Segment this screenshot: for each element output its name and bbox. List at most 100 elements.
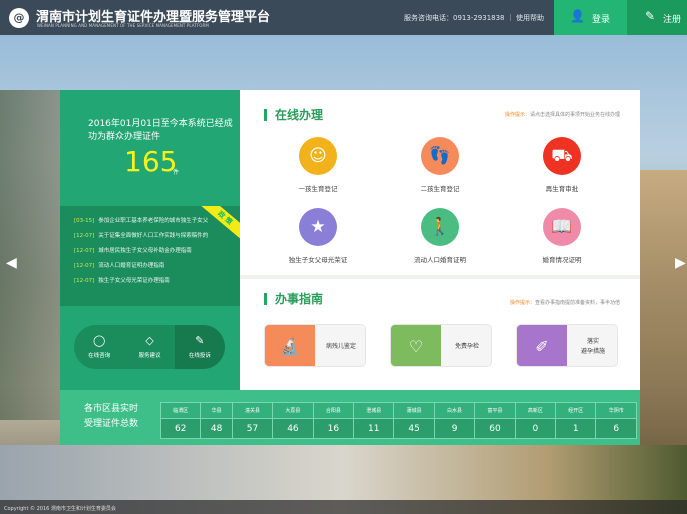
district-count: 0: [514, 418, 557, 439]
pen-icon: ✎: [645, 9, 656, 23]
online-consult-button[interactable]: ◯ 在线咨询: [74, 325, 124, 369]
guide-label: 病残儿鉴定: [325, 342, 356, 350]
microscope-icon: 🔬: [265, 325, 315, 366]
district-count: 9: [433, 418, 476, 439]
district-name: 白水县: [433, 402, 476, 419]
service-second-child-registration[interactable]: 👣 二孩生育登记: [385, 137, 495, 193]
service-suggestion-button[interactable]: ◇ 服务建议: [124, 325, 174, 369]
site-subtitle: WEINAN PLANNING AND MANAGEMENT OF THE SE…: [37, 23, 209, 28]
chat-bubble-icon: ◯: [93, 334, 106, 347]
tip-label: 操作提示：: [509, 300, 535, 306]
district-count: 1: [555, 418, 597, 439]
online-complaint-button[interactable]: ✎ 在线投诉: [174, 325, 225, 369]
service-marriage-status-certificate[interactable]: 📖 婚育情况证明: [507, 208, 617, 264]
tag-icon: ◇: [145, 334, 154, 347]
online-section-title: 在线办理: [264, 109, 323, 121]
service-label: 一孩生育登记: [298, 185, 338, 193]
district-title-line: 各市区县实时: [84, 404, 139, 414]
guide-contraception-measures[interactable]: ✐ 落实 避孕措施: [516, 324, 618, 367]
district-stats: 各市区县实时 受理证件总数 临渭区 华县 潼关县 大荔县 合阳县 澄城县 蒲城县 白水县 富平县高…: [60, 390, 640, 445]
policy-title: 参加企业职工基本养老保险的城市独生子女父: [98, 218, 209, 224]
district-name: 合阳县: [312, 402, 355, 419]
district-count: 45: [393, 418, 435, 439]
district-count: 16: [312, 418, 355, 439]
district-count: 6: [595, 418, 637, 439]
district-values-row: 62 48 57 46 16 11 45 9 60 0 1 6: [159, 418, 637, 439]
tool-label: 在线投诉: [188, 353, 211, 359]
service-label: 流动人口婚育证明: [414, 256, 466, 264]
service-first-child-registration[interactable]: ☺ 一孩生育登记: [263, 137, 373, 193]
district-name: 经开区: [555, 402, 597, 419]
policy-title: 关于证集全面做好人口工作实践与探索稿件的: [98, 233, 209, 239]
main-panel: 在线办理 操作提示：请点击选择具体的事项开始业务在线办理 ☺ 一孩生育登记 👣 二孩…: [240, 90, 640, 390]
stats-unit: 件: [173, 169, 180, 176]
tool-label: 在线咨询: [88, 353, 111, 359]
service-label: 婚育情况证明: [542, 256, 582, 264]
policy-title: 城市居民独生子女父母补助金办理指南: [98, 248, 192, 254]
footer: Copyright © 2016 渭南市卫生和计划生育委员会: [0, 500, 687, 514]
policy-title: 流动人口婚育证明办理指南: [98, 263, 165, 269]
policy-date: [12-07]: [74, 248, 95, 254]
quick-tools: ◯ 在线咨询 ◇ 服务建议 ✎ 在线投诉: [74, 325, 225, 369]
register-button[interactable]: ✎ 注册: [627, 0, 687, 35]
guide-disabled-child-assessment[interactable]: 🔬 病残儿鉴定: [264, 324, 366, 367]
district-name: 华阴市: [595, 402, 637, 419]
district-count: 48: [200, 418, 233, 439]
next-arrow-icon[interactable]: ▶: [675, 255, 686, 271]
district-count: 62: [159, 418, 202, 439]
policy-date: [12-07]: [74, 233, 95, 239]
policy-date: [03-15]: [74, 218, 95, 224]
service-label: 二孩生育登记: [420, 185, 460, 193]
guide-label: 落实 避孕措施: [569, 325, 617, 366]
district-name: 高新区: [514, 402, 557, 419]
district-name: 蒲城县: [393, 402, 435, 419]
service-reproduction-approval[interactable]: ⛟ 再生育审批: [507, 137, 617, 193]
district-count: 46: [272, 418, 314, 439]
policy-list: 政 策 [03-15] 参加企业职工基本养老保险的城市独生子女父 [12-07] 关…: [60, 206, 240, 306]
tip-text: 请点击选择具体的事项开始业务在线办理: [529, 112, 620, 118]
user-icon: 👤: [570, 9, 585, 23]
book-icon: 📖: [543, 208, 581, 246]
district-name: 潼关县: [231, 402, 274, 419]
footprints-icon: 👣: [421, 137, 459, 175]
district-table: 临渭区 华县 潼关县 大荔县 合阳县 澄城县 蒲城县 白水县 富平县 高新区 经开区 华阴市 62 48…: [159, 402, 637, 439]
district-title-line: 受理证件总数: [84, 419, 139, 429]
stats-count: 165: [124, 145, 178, 178]
district-count: 57: [231, 418, 274, 439]
guide-label-line: 避孕措施: [580, 347, 605, 355]
pencil-icon: ✎: [195, 334, 205, 347]
heartbeat-icon: ♡: [391, 325, 441, 366]
policy-date: [12-07]: [74, 263, 95, 269]
register-label: 注册: [663, 15, 682, 25]
service-only-child-certificate[interactable]: ★ 独生子女父母光荣证: [263, 208, 373, 264]
tip-text: 查看办事指南提前准备资料，事半功倍: [534, 300, 620, 306]
district-name: 富平县: [474, 402, 516, 419]
login-button[interactable]: 👤 登录: [554, 0, 627, 35]
medal-icon: ★: [299, 208, 337, 246]
policy-date: [12-07]: [74, 278, 95, 284]
header: @ 渭南市计划生育证件办理暨服务管理平台 WEINAN PLANNING AND…: [0, 0, 687, 35]
guide-label-line: 落实: [586, 337, 599, 345]
guide-section-title: 办事指南: [264, 293, 323, 305]
district-name: 华县: [200, 402, 233, 419]
service-hotline[interactable]: 服务咨询电话：0913-2931838 ｜ 使用帮助: [404, 13, 544, 23]
service-label: 再生育审批: [545, 185, 579, 193]
login-label: 登录: [592, 15, 611, 25]
stroller-icon: ⛟: [543, 137, 581, 175]
district-count: 11: [353, 418, 395, 439]
tip-label: 操作提示：: [504, 112, 530, 118]
district-name: 临渭区: [159, 402, 202, 419]
district-name: 澄城县: [353, 402, 395, 419]
prev-arrow-icon[interactable]: ◀: [6, 255, 17, 271]
guide-free-pregnancy-check[interactable]: ♡ 免费孕检: [390, 324, 492, 367]
guide-label: 免费孕检: [454, 342, 479, 350]
tool-label: 服务建议: [138, 353, 161, 359]
district-title: 各市区县实时 受理证件总数: [84, 402, 138, 432]
section-divider: [240, 275, 640, 279]
stats-text: 2016年01月01日至今本系统已经成功为群众办理证件: [88, 119, 233, 142]
service-label: 独生子女父母光荣证: [288, 256, 348, 264]
district-names-row: 临渭区 华县 潼关县 大荔县 合阳县 澄城县 蒲城县 白水县 富平县 高新区 经开区 华阴市: [159, 402, 637, 419]
service-floating-population-certificate[interactable]: 🚶 流动人口婚育证明: [385, 208, 495, 264]
online-tip: 操作提示：请点击选择具体的事项开始业务在线办理: [505, 111, 620, 118]
document-edit-icon: ✐: [517, 325, 567, 366]
